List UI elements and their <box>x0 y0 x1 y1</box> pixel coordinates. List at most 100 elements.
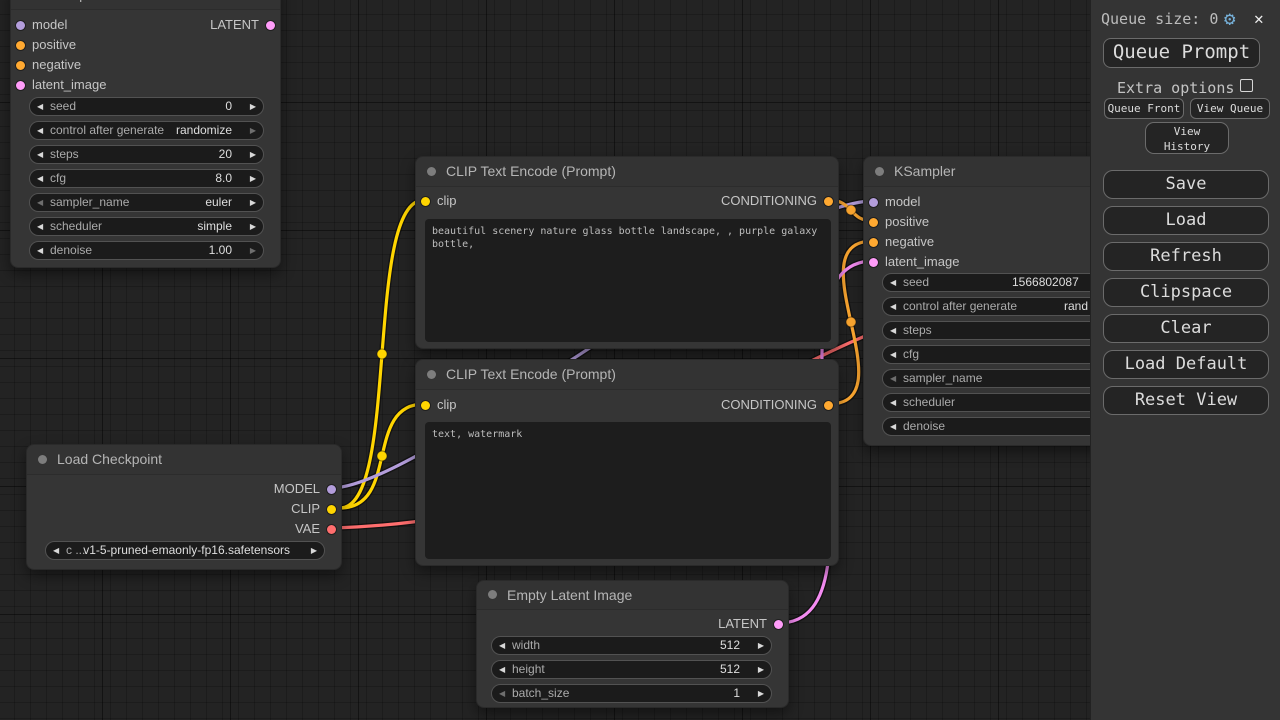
clear-button[interactable]: Clear <box>1103 314 1269 343</box>
input-slot-latent-image[interactable] <box>869 258 878 267</box>
increment-icon[interactable]: ▶ <box>250 170 256 187</box>
slot-label: LATENT <box>210 17 259 33</box>
refresh-button[interactable]: Refresh <box>1103 242 1269 271</box>
increment-icon[interactable]: ▶ <box>250 242 256 259</box>
decrement-icon[interactable]: ◀ <box>37 194 43 211</box>
increment-icon[interactable]: ▶ <box>758 685 764 702</box>
widget-scheduler[interactable]: ◀schedulersimple▶ <box>29 217 264 236</box>
queue-prompt-button[interactable]: Queue Prompt <box>1103 38 1260 68</box>
link-dot <box>846 317 856 327</box>
decrement-icon[interactable]: ◀ <box>499 637 505 654</box>
increment-icon[interactable]: ▶ <box>250 122 256 139</box>
decrement-icon[interactable]: ◀ <box>890 418 896 435</box>
decrement-icon[interactable]: ◀ <box>37 98 43 115</box>
settings-gear-icon[interactable]: ⚙ <box>1224 8 1235 30</box>
prev-option-icon[interactable]: ◀ <box>53 542 59 559</box>
node-title: CLIP Text Encode (Prompt) <box>446 157 616 186</box>
input-slot-positive[interactable] <box>869 218 878 227</box>
output-slot-conditioning[interactable] <box>824 401 833 410</box>
increment-icon[interactable]: ▶ <box>758 637 764 654</box>
slot-label: MODEL <box>274 481 320 497</box>
decrement-icon[interactable]: ◀ <box>37 170 43 187</box>
decrement-icon[interactable]: ◀ <box>890 370 896 387</box>
decrement-icon[interactable]: ◀ <box>890 346 896 363</box>
decrement-icon[interactable]: ◀ <box>890 322 896 339</box>
increment-icon[interactable]: ▶ <box>250 98 256 115</box>
output-slot-conditioning[interactable] <box>824 197 833 206</box>
link-dot <box>377 451 387 461</box>
node-title: KSampler <box>41 0 102 5</box>
collapse-dot-icon[interactable] <box>427 167 436 176</box>
collapse-dot-icon[interactable] <box>427 370 436 379</box>
increment-icon[interactable]: ▶ <box>250 194 256 211</box>
widget-cfg[interactable]: ◀cfg8.0▶ <box>29 169 264 188</box>
slot-label: negative <box>32 57 81 73</box>
view-history-button[interactable]: View History <box>1145 122 1229 154</box>
slot-label: model <box>885 194 920 210</box>
output-slot-vae[interactable] <box>327 525 336 534</box>
decrement-icon[interactable]: ◀ <box>37 242 43 259</box>
widget-height[interactable]: ◀height512▶ <box>491 660 772 679</box>
node-load-checkpoint[interactable]: Load Checkpoint MODEL CLIP VAE ◀c ...v1-… <box>26 444 342 570</box>
output-slot-clip[interactable] <box>327 505 336 514</box>
prompt-textarea[interactable]: beautiful scenery nature glass bottle la… <box>425 219 831 342</box>
decrement-icon[interactable]: ◀ <box>890 298 896 315</box>
node-clip-text-encode-negative[interactable]: CLIP Text Encode (Prompt) clip CONDITION… <box>415 359 839 566</box>
input-slot-negative[interactable] <box>869 238 878 247</box>
slot-label: CLIP <box>291 501 320 517</box>
load-button[interactable]: Load <box>1103 206 1269 235</box>
next-option-icon[interactable]: ▶ <box>311 542 317 559</box>
output-slot-model[interactable] <box>327 485 336 494</box>
widget-steps[interactable]: ◀steps20▶ <box>29 145 264 164</box>
widget-width[interactable]: ◀width512▶ <box>491 636 772 655</box>
node-header[interactable]: Empty Latent Image <box>477 581 788 610</box>
node-ksampler-left[interactable]: KSampler model positive negative latent_… <box>10 0 281 268</box>
widget-sampler-name[interactable]: ◀sampler_nameeuler▶ <box>29 193 264 212</box>
link-dot <box>377 349 387 359</box>
input-slot-model[interactable] <box>869 198 878 207</box>
slot-label: positive <box>32 37 76 53</box>
node-header[interactable]: CLIP Text Encode (Prompt) <box>416 157 838 187</box>
queue-front-button[interactable]: Queue Front <box>1104 98 1184 119</box>
node-header[interactable]: Load Checkpoint <box>27 445 341 475</box>
input-slot-negative[interactable] <box>16 61 25 70</box>
increment-icon[interactable]: ▶ <box>758 661 764 678</box>
reset-view-button[interactable]: Reset View <box>1103 386 1269 415</box>
increment-icon[interactable]: ▶ <box>250 218 256 235</box>
widget-denoise[interactable]: ◀denoise1.00▶ <box>29 241 264 260</box>
extra-options-checkbox[interactable] <box>1240 79 1253 92</box>
output-slot-latent[interactable] <box>266 21 275 30</box>
widget-ckpt-name[interactable]: ◀c ...v1-5-pruned-emaonly-fp16.safetenso… <box>45 541 325 560</box>
slot-label: negative <box>885 234 934 250</box>
increment-icon[interactable]: ▶ <box>250 146 256 163</box>
load-default-button[interactable]: Load Default <box>1103 350 1269 379</box>
input-slot-latent-image[interactable] <box>16 81 25 90</box>
node-empty-latent-image[interactable]: Empty Latent Image LATENT ◀width512▶ ◀he… <box>476 580 789 708</box>
view-queue-button[interactable]: View Queue <box>1190 98 1270 119</box>
node-header[interactable]: KSampler <box>11 0 280 10</box>
collapse-dot-icon[interactable] <box>875 167 884 176</box>
decrement-icon[interactable]: ◀ <box>37 146 43 163</box>
link-dot <box>846 205 856 215</box>
node-title: CLIP Text Encode (Prompt) <box>446 360 616 389</box>
collapse-dot-icon[interactable] <box>38 455 47 464</box>
comfyui-canvas[interactable]: KSampler model positive negative latent_… <box>0 0 1280 720</box>
node-header[interactable]: CLIP Text Encode (Prompt) <box>416 360 838 390</box>
collapse-dot-icon[interactable] <box>488 590 497 599</box>
decrement-icon[interactable]: ◀ <box>37 122 43 139</box>
decrement-icon[interactable]: ◀ <box>499 685 505 702</box>
save-button[interactable]: Save <box>1103 170 1269 199</box>
widget-seed[interactable]: ◀seed0▶ <box>29 97 264 116</box>
decrement-icon[interactable]: ◀ <box>37 218 43 235</box>
decrement-icon[interactable]: ◀ <box>499 661 505 678</box>
clipspace-button[interactable]: Clipspace <box>1103 278 1269 307</box>
decrement-icon[interactable]: ◀ <box>890 274 896 291</box>
widget-batch-size[interactable]: ◀batch_size1▶ <box>491 684 772 703</box>
widget-control-after-generate[interactable]: ◀control after generaterandomize▶ <box>29 121 264 140</box>
decrement-icon[interactable]: ◀ <box>890 394 896 411</box>
prompt-textarea[interactable]: text, watermark <box>425 422 831 559</box>
node-clip-text-encode-positive[interactable]: CLIP Text Encode (Prompt) clip CONDITION… <box>415 156 839 349</box>
input-slot-positive[interactable] <box>16 41 25 50</box>
output-slot-latent[interactable] <box>774 620 783 629</box>
close-icon[interactable]: ✕ <box>1254 9 1264 28</box>
